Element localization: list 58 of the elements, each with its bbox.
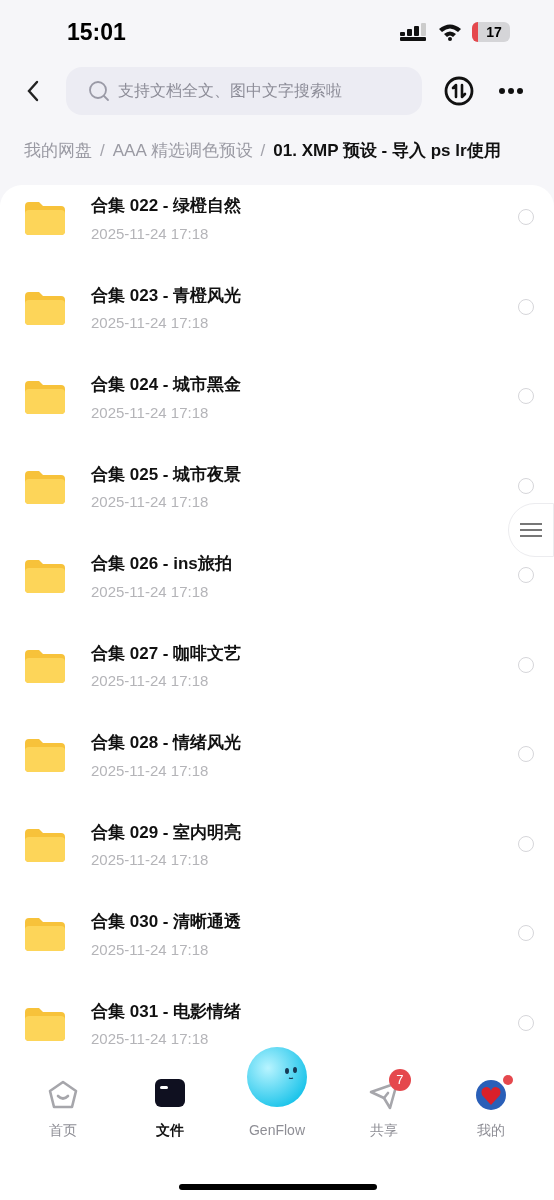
folder-icon: [25, 470, 65, 504]
folder-name: 合集 027 - 咖啡文艺: [91, 642, 243, 665]
more-button[interactable]: [498, 87, 524, 95]
folder-row[interactable]: 合集 025 - 城市夜景 2025-11-24 17:18: [0, 453, 554, 543]
folder-date: 2025-11-24 17:18: [91, 939, 210, 960]
folder-date: 2025-11-24 17:18: [91, 760, 210, 781]
folder-icon: [25, 649, 65, 683]
folder-icon: [25, 381, 65, 414]
folder-date: 2025-11-24 17:18: [91, 671, 210, 691]
breadcrumb-separator: /: [260, 140, 266, 163]
folder-name: 合集 022 - 绿橙自然: [91, 195, 243, 217]
folder-row[interactable]: 合集 024 - 城市黑金 2025-11-24 17:18: [0, 364, 554, 454]
folder-name: 合集 029 - 室内明亮: [91, 821, 243, 844]
notification-badge: 7: [388, 1069, 411, 1091]
battery-indicator: 17: [472, 22, 510, 42]
folder-row[interactable]: 合集 027 - 咖啡文艺 2025-11-24 17:18: [0, 632, 554, 722]
folder-icon: [155, 1079, 186, 1107]
folder-row[interactable]: 合集 030 - 清晰通透 2025-11-24 17:18: [0, 901, 554, 991]
folder-row[interactable]: 合集 026 - ins旅拍 2025-11-24 17:18: [0, 543, 554, 633]
wifi-icon: [438, 23, 462, 41]
folder-icon: [25, 560, 65, 593]
folder-date: 2025-11-24 17:18: [91, 850, 210, 870]
folder-name: 合集 028 - 情绪风光: [91, 732, 243, 754]
folder-date: 2025-11-24 17:18: [91, 223, 210, 244]
search-field[interactable]: 支持文档全文、图中文字搜索啦: [66, 67, 422, 115]
folder-icon: [25, 202, 65, 235]
folder-date: 2025-11-24 17:18: [91, 581, 210, 602]
breadcrumb-item[interactable]: 01. XMP 预设 - 导入 ps lr使用: [273, 138, 501, 164]
folder-name: 合集 024 - 城市黑金: [91, 374, 243, 396]
status-time: 15:01: [67, 17, 126, 47]
folder-date: 2025-11-24 17:18: [91, 492, 210, 512]
folder-row[interactable]: 合集 022 - 绿橙自然 2025-11-24 17:18: [0, 185, 554, 275]
folder-date: 2025-11-24 17:18: [91, 313, 210, 333]
folder-row[interactable]: 合集 023 - 青橙风光 2025-11-24 17:18: [0, 274, 554, 364]
folder-icon: [25, 1007, 65, 1041]
folder-name: 合集 026 - ins旅拍: [91, 553, 233, 575]
transfer-button[interactable]: [444, 76, 474, 106]
folder-date: 2025-11-24 17:18: [91, 1029, 210, 1049]
folder-row[interactable]: 合集 029 - 室内明亮 2025-11-24 17:18: [0, 811, 554, 901]
avatar-icon: [474, 1079, 507, 1111]
folder-name: 合集 023 - 青橙风光: [91, 284, 243, 307]
folder-icon: [25, 828, 65, 862]
breadcrumb-separator: /: [100, 140, 105, 163]
folder-icon: [25, 739, 65, 772]
bubble-mascot-icon: [245, 1045, 309, 1109]
home-icon: [47, 1079, 80, 1111]
folder-row[interactable]: 合集 028 - 情绪风光 2025-11-24 17:18: [0, 722, 554, 812]
signal-icon: [400, 23, 428, 41]
folder-date: 2025-11-24 17:18: [91, 402, 210, 423]
search-icon: [88, 80, 110, 102]
transfer-icon: [444, 76, 474, 106]
folder-icon: [25, 918, 65, 951]
folder-name: 合集 031 - 电影情绪: [91, 1000, 243, 1023]
folder-name: 合集 025 - 城市夜景: [91, 463, 243, 486]
folder-icon: [25, 291, 65, 325]
folder-name: 合集 030 - 清晰通透: [91, 911, 243, 933]
more-icon: [498, 87, 524, 95]
back-icon: [26, 80, 40, 102]
